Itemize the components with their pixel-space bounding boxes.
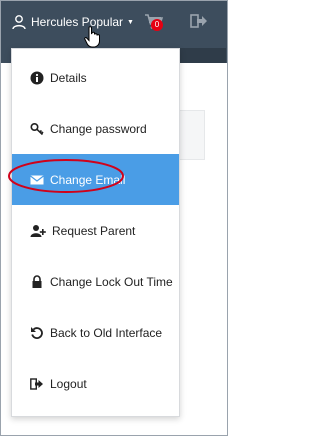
caret-down-icon: ▼ [127,18,134,26]
menu-item-change-email[interactable]: Change Email [12,154,179,205]
menu-item-details[interactable]: Details [12,52,179,103]
menu-item-label: Logout [50,376,87,391]
menu-item-change-password[interactable]: Change password [12,103,179,154]
menu-item-change-lock-out-time[interactable]: Change Lock Out Time [12,256,179,307]
menu-item-request-parent[interactable]: Request Parent [12,205,179,256]
menu-item-label: Details [50,70,87,85]
sign-out-icon[interactable] [190,12,208,30]
undo-icon [31,326,43,339]
user-outline-icon [12,15,26,30]
menu-item-logout[interactable]: Logout [12,358,179,409]
menu-item-label: Change Email [50,172,126,187]
menu-item-label: Change password [50,121,147,136]
user-name: Hercules Popular [31,15,124,29]
envelope-icon [30,175,44,184]
navbar-lower-strip [178,48,226,63]
hand-pointer-cursor-icon [84,26,100,48]
background-panel [178,110,205,160]
menu-item-label: Back to Old Interface [50,325,163,340]
info-circle-icon [30,71,44,84]
sign-out-icon [30,377,43,390]
key-icon [30,122,44,135]
menu-item-back-to-old-interface[interactable]: Back to Old Interface [12,307,179,358]
menu-item-label: Request Parent [52,223,136,238]
user-plus-icon [30,224,46,237]
cart-count-badge: 0 [151,19,163,31]
lock-icon [32,274,42,288]
user-menu-toggle[interactable]: Hercules Popular ▼ [11,10,134,34]
user-dropdown-menu: Details Change password Change Email Req… [11,48,180,417]
menu-item-label: Change Lock Out Time [50,274,173,289]
